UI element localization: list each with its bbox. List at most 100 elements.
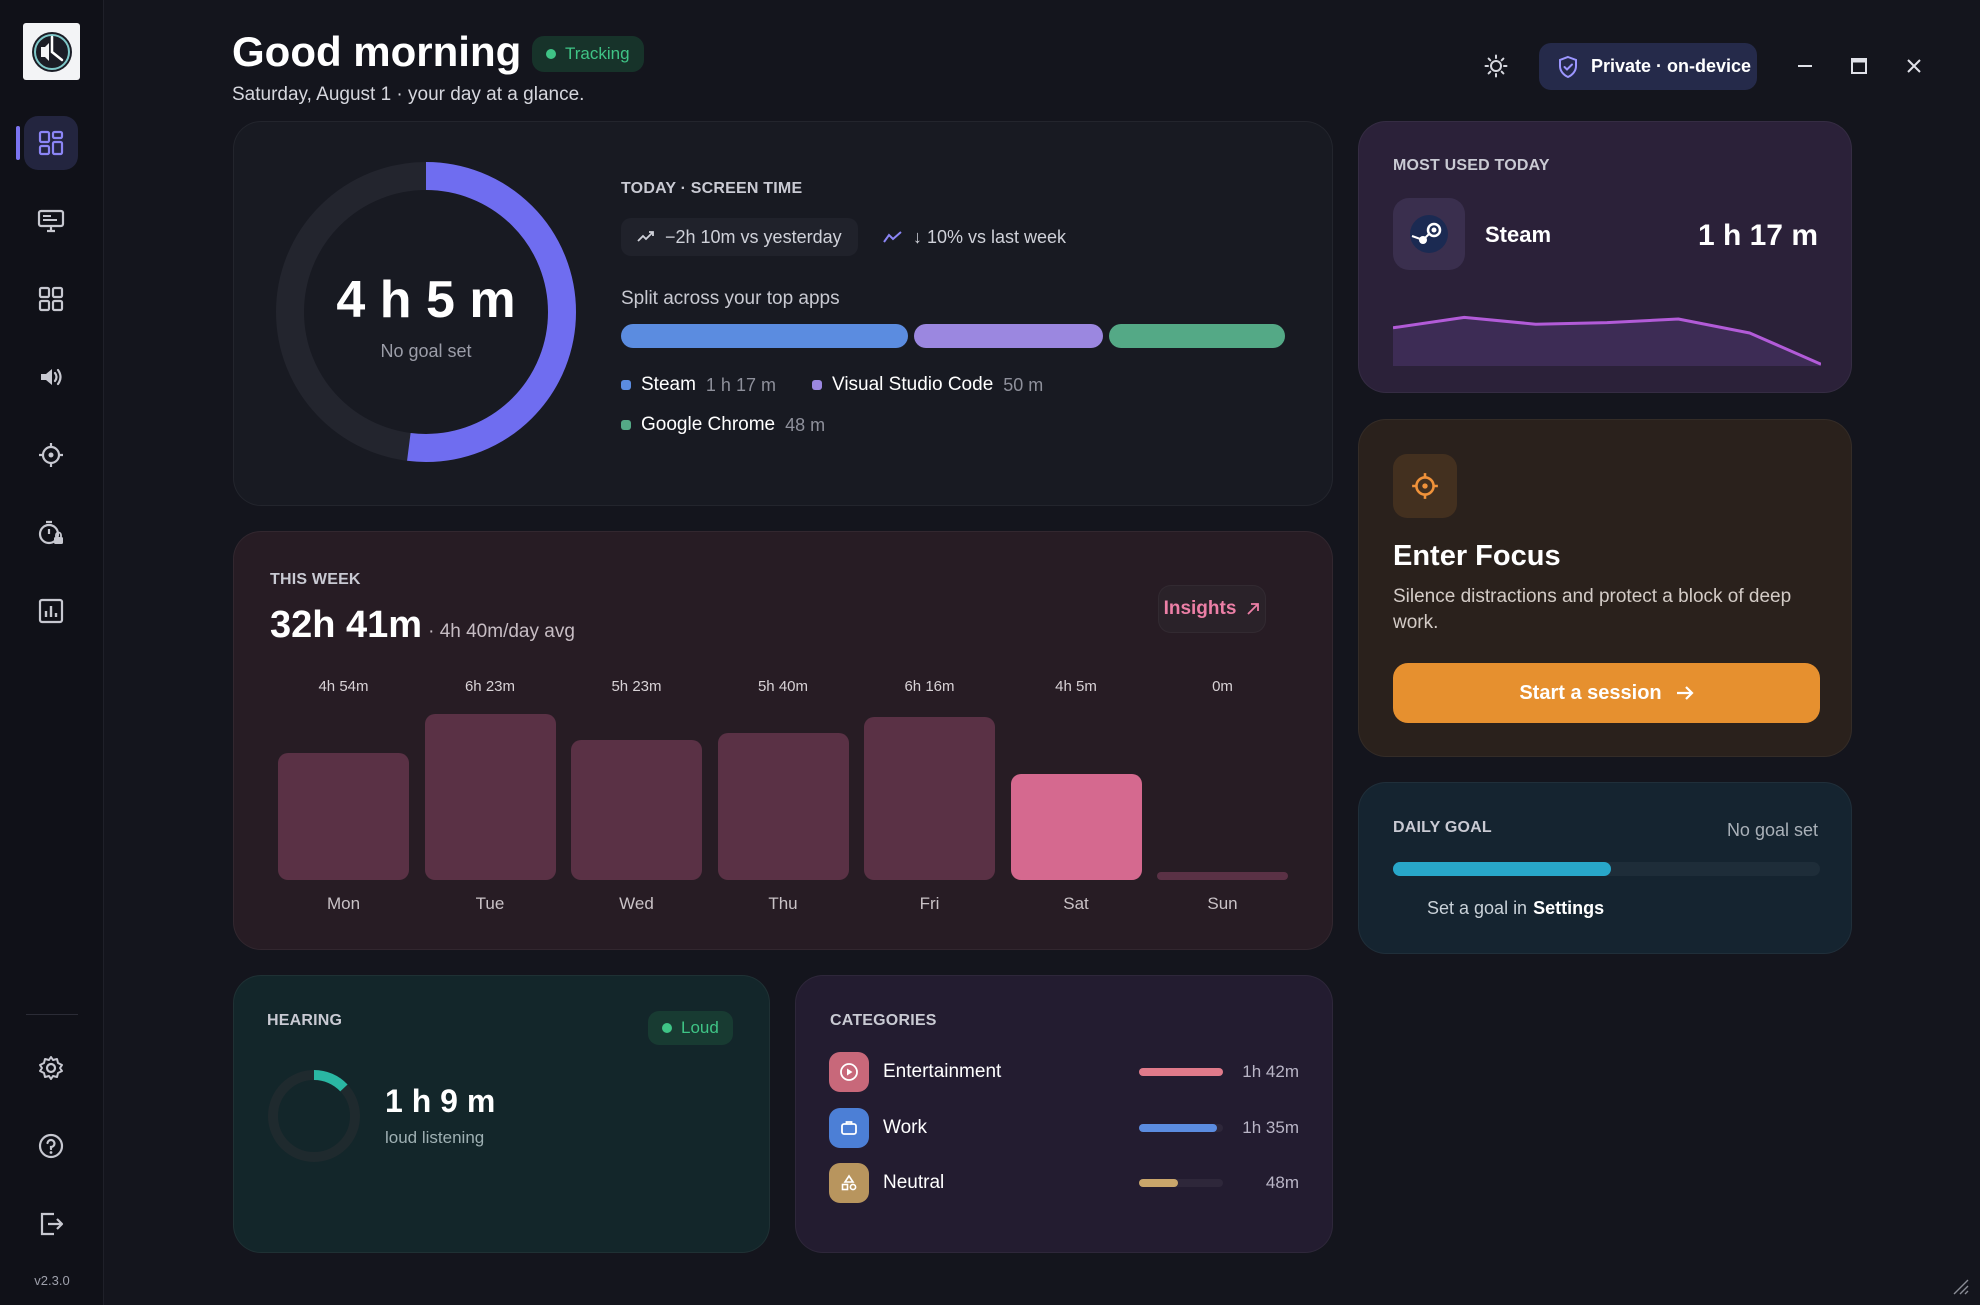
focus-description: Silence distractions and protect a block… [1393, 586, 1792, 633]
category-time: 1h 42m [1242, 1062, 1299, 1081]
sun-icon [1484, 54, 1508, 78]
split-segment-0 [621, 324, 908, 348]
maximize-icon [1851, 58, 1867, 74]
sidebar-item-focus[interactable] [24, 428, 78, 482]
active-nav-indicator [16, 126, 20, 160]
week-bar-mon[interactable] [278, 752, 409, 880]
crosshair-icon [1412, 473, 1438, 499]
week-bar-fri[interactable] [864, 717, 995, 880]
week-bar-value: 0m [1212, 678, 1233, 695]
focus-card: Enter Focus Silence distractions and pro… [1358, 419, 1852, 757]
week-bar-tue[interactable] [424, 714, 556, 880]
sidebar-item-help[interactable] [24, 1119, 78, 1173]
help-icon [38, 1133, 64, 1159]
category-bar-track [1139, 1124, 1223, 1132]
resize-grip-icon[interactable] [1952, 1278, 1970, 1296]
hearing-value: 1 h 9 m [385, 1083, 496, 1119]
week-bar-sun[interactable] [1157, 872, 1288, 880]
category-time: 1h 35m [1242, 1118, 1299, 1137]
maximize-button[interactable] [1841, 48, 1877, 84]
week-bar-value: 5h 23m [611, 678, 662, 695]
app-split-bar [621, 324, 1285, 348]
today-label: TODAY · SCREEN TIME [621, 180, 803, 197]
loudness-label: Loud [681, 1018, 719, 1037]
sidebar: v2.3.0 [0, 0, 104, 1305]
page-title: Good morning [232, 28, 522, 75]
daily-goal-hint-text: Set a goal in [1427, 898, 1528, 918]
legend-swatch [812, 380, 822, 390]
category-time: 48m [1265, 1173, 1299, 1192]
sidebar-item-dashboard[interactable] [24, 116, 78, 170]
close-button[interactable] [1896, 48, 1932, 84]
timer-lock-icon [38, 520, 63, 545]
most-used-app-name: Steam [1485, 222, 1552, 247]
briefcase-icon [841, 1121, 857, 1135]
category-row-neutral[interactable]: Neutral 48m [829, 1163, 1299, 1203]
app-version: v2.3.0 [34, 1273, 70, 1288]
app-icon-tile [1393, 198, 1465, 270]
week-bar-value: 6h 23m [464, 678, 516, 695]
privacy-badge[interactable]: Private · on-device [1539, 43, 1757, 90]
week-day-label: Wed [619, 894, 654, 913]
sidebar-item-settings[interactable] [24, 1041, 78, 1095]
minimize-icon [1798, 65, 1812, 67]
hearing-card: HEARING Loud 1 h 9 m loud listening [233, 975, 770, 1253]
sidebar-item-reports[interactable] [24, 584, 78, 638]
category-row-entertainment[interactable]: Entertainment 1h 42m [829, 1052, 1299, 1092]
legend-swatch [621, 380, 631, 390]
privacy-label: Private · on-device [1591, 56, 1752, 76]
legend-app-time: 50 m [1003, 374, 1044, 395]
daily-goal-status: No goal set [1726, 820, 1818, 840]
daily-goal-progress-track [1393, 862, 1820, 876]
logo-icon [31, 31, 72, 72]
category-bar-fill [1139, 1124, 1218, 1132]
week-day-label: Fri [919, 894, 940, 913]
status-dot [546, 49, 556, 59]
minimize-button[interactable] [1787, 48, 1823, 84]
legend-app-name: Google Chrome [641, 414, 776, 435]
loudness-badge: Loud [648, 1011, 733, 1045]
category-bar-fill [1139, 1068, 1223, 1076]
legend-app-time: 48 m [785, 414, 826, 435]
week-bar-chart: 4h 54m Mon 6h 23m Tue 5h 23m Wed 5h 40m Thu 6h 1… [234, 532, 1334, 951]
start-session-button[interactable]: Start a session [1393, 663, 1820, 723]
category-bar-track [1139, 1179, 1223, 1187]
tracking-label: Tracking [565, 44, 630, 63]
legend-app-time: 1 h 17 m [705, 374, 776, 395]
shield-check-icon [1559, 55, 1577, 78]
categories-label: CATEGORIES [830, 1012, 937, 1029]
gear-icon [39, 1056, 63, 1080]
logout-icon [40, 1212, 64, 1236]
sidebar-divider [26, 1014, 78, 1015]
sidebar-item-limits[interactable] [24, 506, 78, 560]
focus-title: Enter Focus [1393, 540, 1561, 572]
apps-grid-icon [38, 286, 64, 312]
legend-app-name: Steam [641, 374, 696, 395]
category-name: Neutral [883, 1172, 945, 1193]
week-bar-value: 5h 40m [757, 678, 809, 695]
week-day-label: Thu [768, 894, 798, 913]
start-session-label: Start a session [1519, 681, 1662, 704]
legend-item-vscode: Visual Studio Code 50 m [812, 374, 1043, 396]
category-bar-track [1139, 1068, 1223, 1076]
sidebar-item-apps[interactable] [24, 272, 78, 326]
category-row-work[interactable]: Work 1h 35m [829, 1108, 1299, 1148]
week-bar-sat[interactable] [1010, 773, 1142, 880]
app-logo [23, 23, 80, 80]
sidebar-item-screen-time[interactable] [24, 194, 78, 248]
sidebar-item-logout[interactable] [24, 1197, 78, 1251]
week-card: THIS WEEK 32h 41m · 4h 40m/day avg Insig… [233, 531, 1333, 950]
daily-goal-card: DAILY GOAL No goal set Set a goal in Set… [1358, 782, 1852, 954]
week-bar-wed[interactable] [571, 740, 702, 880]
legend-app-name: Visual Studio Code [832, 374, 994, 395]
speaker-icon [41, 368, 62, 386]
settings-link[interactable]: Settings [1533, 898, 1604, 919]
theme-toggle-button[interactable] [1478, 48, 1514, 84]
week-bar-thu[interactable] [717, 732, 849, 880]
sidebar-item-hearing[interactable] [24, 350, 78, 404]
legend-item-chrome: Google Chrome 48 m [621, 414, 825, 436]
today-total: 4 h 5 m [336, 271, 516, 329]
split-segment-1 [913, 324, 1103, 348]
daily-goal-hint: Set a goal in Settings [1393, 898, 1604, 919]
bar-chart-icon [38, 598, 64, 624]
